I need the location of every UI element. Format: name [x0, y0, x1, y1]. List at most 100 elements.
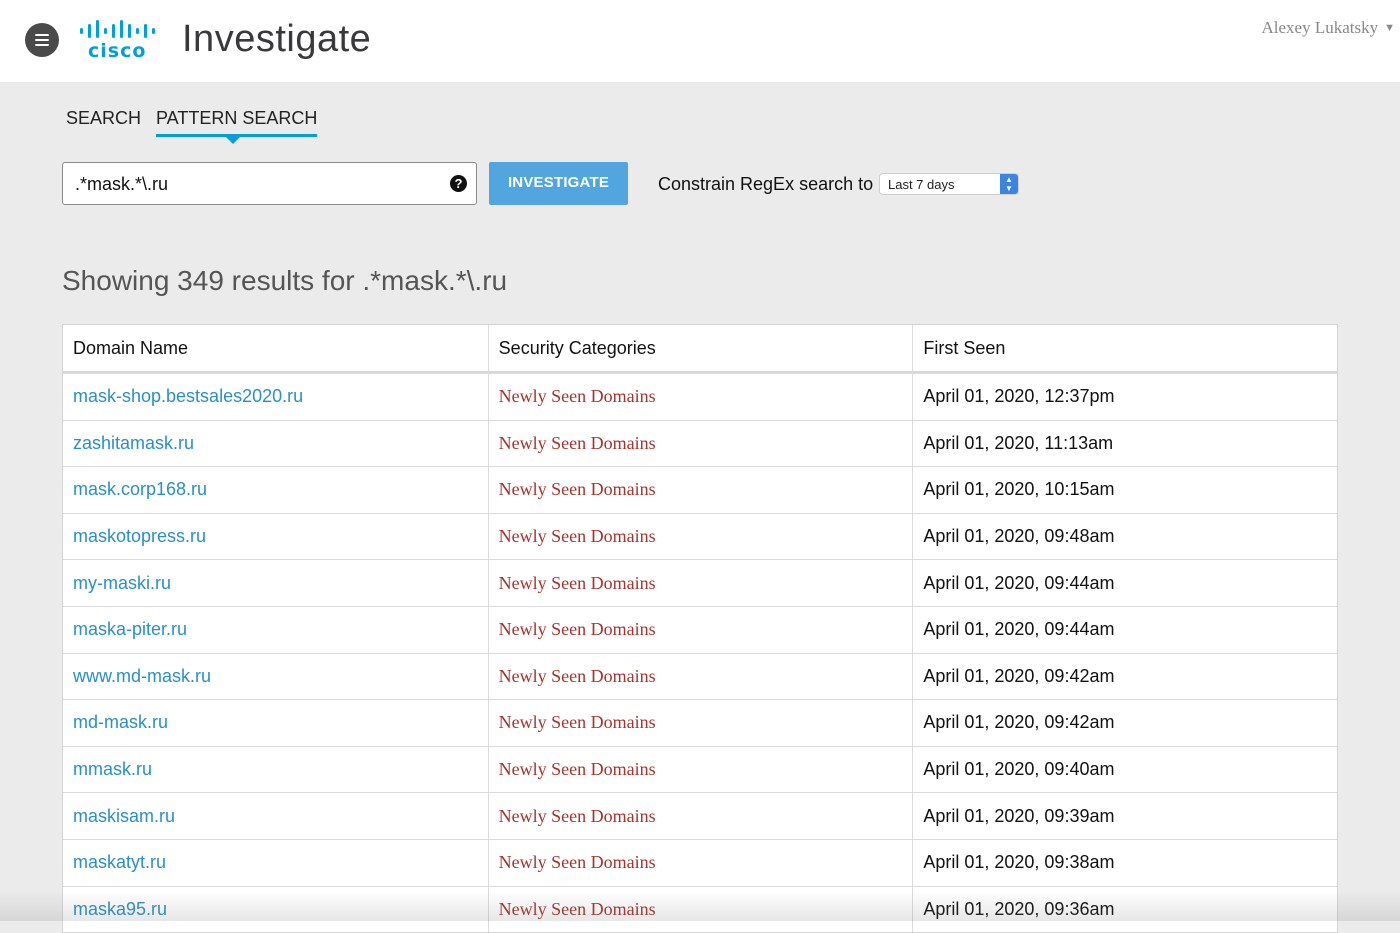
first-seen-date: April 01, 2020, 09:36am — [923, 898, 1115, 919]
security-category: Newly Seen Domains — [498, 852, 656, 873]
chevron-down-icon: ▼ — [1384, 22, 1395, 34]
investigate-button[interactable]: INVESTIGATE — [489, 162, 628, 205]
first-seen-date: April 01, 2020, 09:39am — [923, 805, 1115, 826]
results-table: Domain Name Security Categories First Se… — [62, 324, 1338, 933]
tab-search[interactable]: SEARCH — [66, 108, 141, 129]
table-cell: Newly Seen Domains — [487, 467, 913, 513]
table-row: md-mask.ru Newly Seen Domains April 01, 20… — [63, 699, 1337, 746]
column-header-categories[interactable]: Security Categories — [487, 325, 913, 371]
table-cell: maska-piter.ru — [63, 607, 488, 653]
table-cell: April 01, 2020, 09:44am — [912, 606, 1337, 653]
user-name: Alexey Lukatsky — [1261, 18, 1379, 37]
security-category: Newly Seen Domains — [498, 386, 656, 407]
domain-link[interactable]: maskatyt.ru — [73, 852, 166, 873]
table-cell: April 01, 2020, 09:44am — [912, 560, 1337, 606]
first-seen-date: April 01, 2020, 09:44am — [923, 572, 1115, 593]
first-seen-date: April 01, 2020, 10:15am — [923, 479, 1115, 500]
table-cell: mask.corp168.ru — [63, 467, 488, 513]
select-arrows-icon: ▲ ▼ — [1000, 174, 1018, 194]
table-cell: md-mask.ru — [63, 700, 488, 746]
table-cell: April 01, 2020, 12:37pm — [912, 374, 1337, 420]
domain-link[interactable]: maska-piter.ru — [73, 619, 187, 640]
table-cell: Newly Seen Domains — [487, 513, 913, 560]
security-category: Newly Seen Domains — [498, 572, 656, 593]
table-cell: April 01, 2020, 09:42am — [912, 700, 1337, 746]
table-cell: mmask.ru — [63, 747, 488, 793]
first-seen-date: April 01, 2020, 09:40am — [923, 759, 1115, 780]
hamburger-menu-icon[interactable] — [25, 23, 59, 57]
logo-text: cisco — [88, 40, 147, 62]
active-tab-pointer — [226, 137, 240, 144]
top-bar: cisco Investigate Alexey Lukatsky ▼ — [0, 0, 1400, 82]
results-heading: Showing 349 results for .*mask.*\.ru — [62, 265, 508, 296]
tab-pattern-search-label: PATTERN SEARCH — [156, 108, 318, 128]
table-cell: maskatyt.ru — [63, 840, 488, 886]
search-input-value: .*mask.*\.ru — [75, 174, 169, 194]
table-row: mask-shop.bestsales2020.ru Newly Seen Dom… — [63, 373, 1337, 420]
table-row: mmask.ru Newly Seen Domains April 01, 2020… — [63, 745, 1337, 793]
table-cell: maskisam.ru — [63, 793, 488, 839]
domain-link[interactable]: my-maski.ru — [73, 573, 171, 594]
domain-link[interactable]: zashitamask.ru — [73, 433, 194, 454]
domain-link[interactable]: maskisam.ru — [73, 806, 175, 827]
table-cell: April 01, 2020, 09:48am — [912, 513, 1337, 560]
security-category: Newly Seen Domains — [498, 759, 656, 780]
column-header-domain[interactable]: Domain Name — [63, 325, 488, 371]
user-menu[interactable]: Alexey Lukatsky ▼ — [1262, 18, 1396, 38]
first-seen-date: April 01, 2020, 11:13am — [923, 432, 1114, 453]
domain-link[interactable]: md-mask.ru — [73, 712, 168, 733]
table-cell: zashitamask.ru — [63, 421, 488, 467]
table-cell: Newly Seen Domains — [487, 653, 913, 700]
domain-link[interactable]: mask-shop.bestsales2020.ru — [73, 386, 303, 407]
table-cell: Newly Seen Domains — [487, 839, 913, 886]
table-cell: Newly Seen Domains — [487, 746, 913, 793]
table-cell: Newly Seen Domains — [487, 420, 913, 467]
table-cell: Newly Seen Domains — [487, 886, 913, 933]
security-category: Newly Seen Domains — [498, 619, 656, 640]
table-row: maskatyt.ru Newly Seen Domains April 01, 2… — [63, 838, 1337, 886]
first-seen-date: April 01, 2020, 09:42am — [923, 712, 1115, 733]
table-cell: April 01, 2020, 11:13am — [912, 420, 1337, 467]
security-category: Newly Seen Domains — [498, 479, 656, 500]
table-cell: www.md-mask.ru — [63, 654, 488, 700]
table-cell: maska95.ru — [63, 887, 488, 933]
domain-link[interactable]: mmask.ru — [73, 759, 152, 780]
table-cell: Newly Seen Domains — [487, 606, 913, 653]
domain-link[interactable]: maskotopress.ru — [73, 526, 206, 547]
first-seen-date: April 01, 2020, 12:37pm — [923, 386, 1115, 407]
table-row: maska95.ru Newly Seen Domains April 01, 20… — [63, 885, 1337, 933]
regex-search-input[interactable]: .*mask.*\.ru ? — [62, 162, 477, 205]
table-cell: April 01, 2020, 09:36am — [912, 886, 1337, 933]
table-cell: maskotopress.ru — [63, 514, 488, 560]
table-row: my-maski.ru Newly Seen Domains April 01, 2… — [63, 559, 1337, 606]
table-cell: Newly Seen Domains — [487, 793, 913, 839]
security-category: Newly Seen Domains — [498, 665, 656, 686]
security-category: Newly Seen Domains — [498, 805, 656, 826]
table-cell: Newly Seen Domains — [487, 374, 913, 420]
table-cell: April 01, 2020, 09:38am — [912, 839, 1337, 886]
tab-pattern-search[interactable]: PATTERN SEARCH — [156, 108, 318, 144]
domain-link[interactable]: www.md-mask.ru — [73, 666, 211, 687]
table-cell: mask-shop.bestsales2020.ru — [63, 374, 488, 420]
table-row: maskotopress.ru Newly Seen Domains April 0… — [63, 512, 1337, 560]
app-title: Investigate — [182, 18, 372, 60]
time-range-value: Last 7 days — [888, 177, 955, 192]
security-category: Newly Seen Domains — [498, 526, 656, 547]
time-range-select[interactable]: Last 7 days ▲ ▼ — [879, 173, 1019, 195]
domain-link[interactable]: maska95.ru — [73, 899, 167, 920]
constrain-label: Constrain RegEx search to — [658, 174, 874, 194]
table-row: mask.corp168.ru Newly Seen Domains April 0… — [63, 466, 1337, 513]
question-circle-icon[interactable]: ? — [450, 175, 467, 192]
table-cell: my-maski.ru — [63, 560, 488, 606]
security-category: Newly Seen Domains — [498, 712, 656, 733]
security-category: Newly Seen Domains — [498, 898, 656, 919]
cisco-logo: cisco — [78, 18, 160, 64]
table-cell: April 01, 2020, 10:15am — [912, 467, 1337, 513]
column-header-first-seen[interactable]: First Seen — [912, 325, 1337, 371]
domain-link[interactable]: mask.corp168.ru — [73, 479, 207, 500]
table-row: www.md-mask.ru Newly Seen Domains April 01… — [63, 652, 1337, 700]
table-cell: Newly Seen Domains — [487, 700, 913, 746]
security-category: Newly Seen Domains — [498, 432, 656, 453]
table-cell: April 01, 2020, 09:42am — [912, 653, 1337, 700]
table-row: maska-piter.ru Newly Seen Domains April 01… — [63, 605, 1337, 653]
